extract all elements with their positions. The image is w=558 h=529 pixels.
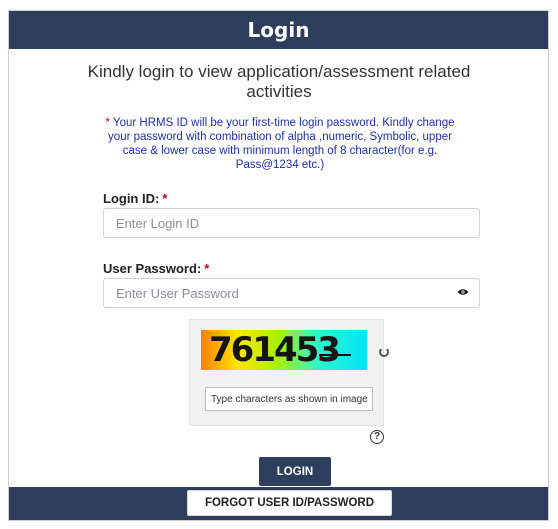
footer-bar: FORGOT USER ID/PASSWORD	[9, 487, 548, 520]
captcha-strike-line	[319, 354, 351, 356]
refresh-icon[interactable]	[379, 347, 389, 357]
eye-icon[interactable]	[457, 288, 469, 296]
password-label: User Password: *	[103, 261, 209, 276]
password-notice: * Your HRMS ID will be your first-time l…	[97, 116, 463, 172]
password-label-text: User Password:	[103, 261, 202, 276]
password-input[interactable]	[103, 278, 480, 308]
login-header: Login	[9, 11, 548, 49]
notice-text: Your HRMS ID will be your first-time log…	[108, 117, 455, 171]
login-id-input[interactable]	[103, 208, 480, 238]
login-button[interactable]: LOGIN	[259, 457, 331, 486]
login-id-label-text: Login ID:	[103, 191, 160, 206]
captcha-image: 761453	[201, 330, 367, 370]
login-panel: Login Kindly login to view application/a…	[8, 10, 549, 521]
forgot-password-button[interactable]: FORGOT USER ID/PASSWORD	[187, 490, 392, 516]
captcha-box: 761453	[189, 319, 389, 426]
login-id-label: Login ID: *	[103, 191, 167, 206]
login-subtitle: Kindly login to view application/assessm…	[87, 62, 471, 101]
required-marker: *	[162, 191, 168, 206]
required-marker: *	[204, 261, 210, 276]
captcha-input[interactable]	[205, 387, 373, 411]
captcha-code: 761453	[209, 330, 341, 370]
help-icon[interactable]: ?	[370, 430, 384, 444]
